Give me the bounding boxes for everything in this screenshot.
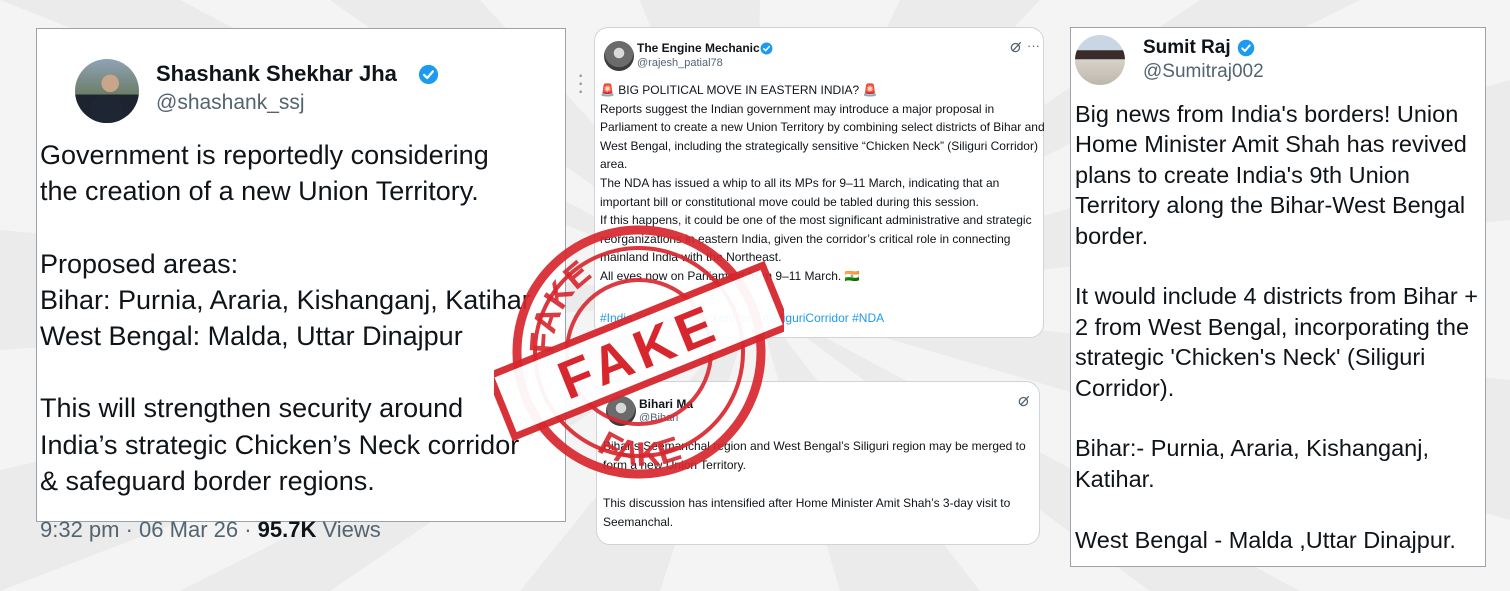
author-name[interactable]: The Engine Mechanic: [637, 41, 760, 55]
author-handle[interactable]: @Bihari: [639, 412, 678, 424]
tweet-card-bihari[interactable]: Bihari Ma @Bihari Bihar’s Seemanchal reg…: [596, 381, 1040, 545]
grok-icon[interactable]: [1017, 394, 1031, 408]
tweet-meta: 9:32 pm · 06 Mar 26 · 95.7K Views: [40, 517, 381, 543]
tweet-text: Government is reportedly considering the…: [40, 140, 531, 496]
views-label: Views: [316, 517, 381, 542]
tweet-text: Bihar’s Seemanchal region and West Benga…: [603, 439, 1026, 529]
hashtags[interactable]: #India #Siliguri #ChickenNeck #SiliguriC…: [600, 311, 884, 325]
tweet-timestamp[interactable]: 9:32 pm · 06 Mar 26 ·: [40, 517, 258, 542]
views-count: 95.7K: [257, 517, 317, 542]
avatar[interactable]: [604, 41, 634, 71]
more-icon[interactable]: ···: [577, 64, 584, 102]
tweet-text: 🚨 BIG POLITICAL MOVE IN EASTERN INDIA? 🚨…: [600, 83, 1045, 283]
tweet-card-sumit-raj[interactable]: Sumit Raj @Sumitraj002 Big news from Ind…: [1070, 27, 1486, 567]
author-name[interactable]: Shashank Shekhar Jha: [156, 61, 397, 87]
author-name[interactable]: Sumit Raj: [1143, 37, 1231, 59]
tweet-text: Big news from India's borders! Union Hom…: [1075, 101, 1478, 553]
avatar[interactable]: [1075, 35, 1125, 85]
grok-icon[interactable]: [1009, 40, 1023, 54]
author-name[interactable]: Bihari Ma: [639, 397, 693, 411]
tweet-card-shashank[interactable]: Shashank Shekhar Jha @shashank_ssj · · · G…: [36, 28, 584, 542]
verified-badge-icon: [760, 42, 773, 55]
tweet-card-engine-mechanic[interactable]: The Engine Mechanic @rajesh_patial78 ···…: [594, 27, 1045, 338]
more-icon[interactable]: ···: [1027, 38, 1040, 53]
verified-badge-icon: [1237, 39, 1255, 57]
author-handle[interactable]: @rajesh_patial78: [637, 57, 723, 69]
author-handle[interactable]: @shashank_ssj: [156, 91, 305, 115]
avatar[interactable]: [606, 396, 636, 426]
avatar[interactable]: [75, 59, 139, 123]
verified-badge-icon: [418, 64, 439, 85]
author-handle[interactable]: @Sumitraj002: [1143, 61, 1264, 83]
